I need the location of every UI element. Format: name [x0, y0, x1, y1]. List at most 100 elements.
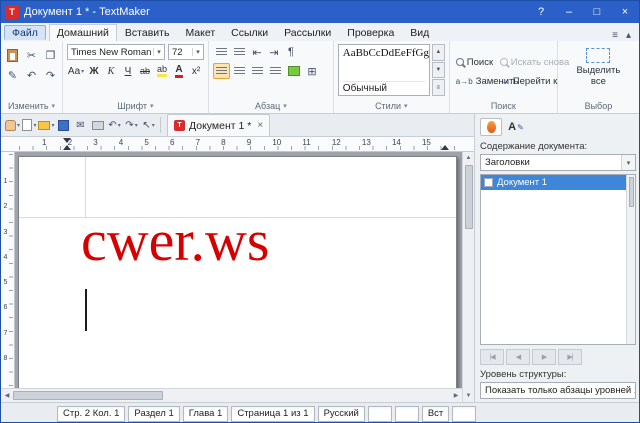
cut-button[interactable]: ✂ — [23, 47, 41, 63]
align-center-button[interactable] — [231, 63, 248, 79]
vertical-scrollbar[interactable]: ▲ ▼ — [462, 152, 474, 402]
formatting-marks-button[interactable]: ¶ — [283, 44, 299, 60]
numbered-list-button[interactable] — [231, 44, 248, 60]
menu-icon[interactable]: ≡ — [612, 30, 618, 41]
tab-review[interactable]: Проверка — [339, 24, 402, 41]
scroll-up-icon[interactable]: ▲ — [463, 152, 474, 164]
maximize-button[interactable]: □ — [583, 1, 611, 23]
print-button[interactable] — [89, 116, 106, 135]
tab-home[interactable]: Домашний — [49, 24, 117, 41]
collapse-ribbon-icon[interactable]: ▴ — [626, 30, 631, 41]
undo-button[interactable]: ↶ — [23, 67, 41, 83]
headings-list-scrollbar[interactable] — [626, 175, 635, 344]
font-size-dropdown-icon[interactable]: ▾ — [192, 48, 203, 56]
open-button[interactable]: ▾ — [38, 116, 55, 135]
justify-button[interactable] — [267, 63, 284, 79]
scroll-right-icon[interactable]: ▶ — [450, 389, 462, 402]
proofing-panel-button[interactable]: А✎ — [505, 118, 527, 136]
horizontal-scrollbar-thumb[interactable] — [13, 391, 163, 400]
status-line-column[interactable]: Стр. 2 Кол. 1 — [57, 406, 125, 422]
status-language[interactable]: Русский — [318, 406, 365, 422]
group-edit-launcher-icon[interactable]: ▾ — [52, 102, 56, 110]
document-tab[interactable]: T Документ 1 * × — [167, 114, 270, 136]
left-indent-marker[interactable] — [63, 145, 71, 150]
navigation-panel-button[interactable] — [480, 118, 502, 136]
style-gallery[interactable]: AaBbCcDdEeFfGgHhIi Обычный — [338, 44, 430, 96]
paste-button[interactable] — [4, 47, 22, 63]
superscript-button[interactable]: х² — [188, 63, 204, 79]
highlight-button[interactable]: ab — [154, 63, 170, 79]
align-left-button[interactable] — [213, 63, 230, 79]
group-font-launcher-icon[interactable]: ▾ — [150, 102, 154, 110]
style-menu-button[interactable]: ≡ — [432, 79, 445, 96]
font-color-button[interactable]: А — [171, 63, 187, 79]
redo-quick-button[interactable]: ↷▾ — [123, 116, 140, 135]
redo-button[interactable]: ↷ — [42, 67, 60, 83]
increase-indent-button[interactable]: ⇥ — [266, 44, 282, 60]
style-scroll-down-button[interactable]: ▼ — [432, 62, 445, 79]
status-page[interactable]: Страница 1 из 1 — [231, 406, 314, 422]
strikethrough-button[interactable]: ab — [137, 63, 153, 79]
underline-button[interactable]: Ч — [120, 63, 136, 79]
document-page[interactable]: cwer.ws — [18, 156, 457, 388]
borders-button[interactable]: ⊞ — [304, 63, 320, 79]
find-button[interactable]: Поиск — [454, 53, 498, 72]
previous-heading-button[interactable]: ◀ — [506, 349, 530, 365]
headings-list-scrollbar-thumb[interactable] — [629, 177, 634, 207]
tab-view[interactable]: Вид — [402, 24, 437, 41]
format-painter-button[interactable]: ✎ — [4, 67, 22, 83]
status-section[interactable]: Раздел 1 — [128, 406, 179, 422]
italic-button[interactable]: К — [103, 63, 119, 79]
status-empty-2[interactable] — [395, 406, 419, 422]
shading-button[interactable] — [285, 63, 303, 79]
horizontal-scrollbar[interactable]: ◀ ▶ — [1, 388, 462, 402]
group-styles-launcher-icon[interactable]: ▾ — [404, 102, 408, 110]
status-empty-1[interactable] — [368, 406, 392, 422]
save-button[interactable] — [55, 116, 72, 135]
minimize-button[interactable]: – — [555, 1, 583, 23]
tab-references[interactable]: Ссылки — [223, 24, 276, 41]
style-scroll-up-button[interactable]: ▲ — [432, 44, 445, 61]
first-heading-button[interactable]: |◀ — [480, 349, 504, 365]
list-item-document1[interactable]: Документ 1 — [481, 175, 626, 190]
font-size-select[interactable]: 72 ▾ — [168, 44, 204, 60]
last-heading-button[interactable]: ▶| — [558, 349, 582, 365]
next-heading-button[interactable]: ▶ — [532, 349, 556, 365]
group-paragraph-launcher-icon[interactable]: ▾ — [283, 102, 287, 110]
scroll-down-icon[interactable]: ▼ — [463, 390, 474, 402]
new-document-button[interactable]: ▾ — [21, 116, 38, 135]
change-case-button[interactable]: Аа▾ — [67, 63, 85, 79]
select-mode-button[interactable]: ↖▾ — [140, 116, 157, 135]
goto-button[interactable]: →Перейти к — [498, 72, 554, 91]
select-all-button[interactable]: Выделить все — [569, 45, 627, 88]
close-button[interactable]: × — [611, 1, 639, 23]
headings-list[interactable]: Документ 1 — [480, 174, 636, 345]
tab-mailings[interactable]: Рассылки — [276, 24, 339, 41]
right-indent-marker[interactable] — [441, 145, 449, 150]
contents-type-select[interactable]: Заголовки ▾ — [480, 154, 636, 171]
decrease-indent-button[interactable]: ⇤ — [249, 44, 265, 60]
status-chapter[interactable]: Глава 1 — [183, 406, 229, 422]
font-family-select[interactable]: Times New Roman ▾ — [67, 44, 165, 60]
vertical-scrollbar-thumb[interactable] — [465, 165, 473, 229]
align-right-button[interactable] — [249, 63, 266, 79]
tab-file[interactable]: Файл — [4, 25, 46, 40]
status-empty-3[interactable] — [452, 406, 476, 422]
document-text[interactable]: cwer.ws — [81, 211, 269, 272]
status-insert-mode[interactable]: Вст — [422, 406, 449, 422]
font-family-dropdown-icon[interactable]: ▾ — [153, 48, 164, 56]
bold-button[interactable]: Ж — [86, 63, 102, 79]
style-current-name[interactable]: Обычный — [343, 81, 425, 94]
mail-button[interactable]: ✉ — [72, 116, 89, 135]
pan-tool-button[interactable]: ▾ — [4, 116, 21, 135]
copy-button[interactable]: ❐ — [42, 47, 60, 63]
document-canvas[interactable]: cwer.ws — [15, 152, 462, 388]
undo-quick-button[interactable]: ↶▾ — [106, 116, 123, 135]
help-button[interactable]: ? — [527, 1, 555, 23]
replace-button[interactable]: a→bЗаменить — [454, 72, 498, 91]
document-tab-close-icon[interactable]: × — [257, 120, 263, 131]
contents-type-dropdown-icon[interactable]: ▾ — [621, 155, 635, 170]
tab-layout[interactable]: Макет — [177, 24, 223, 41]
scroll-left-icon[interactable]: ◀ — [1, 389, 13, 402]
tab-insert[interactable]: Вставить — [117, 24, 178, 41]
